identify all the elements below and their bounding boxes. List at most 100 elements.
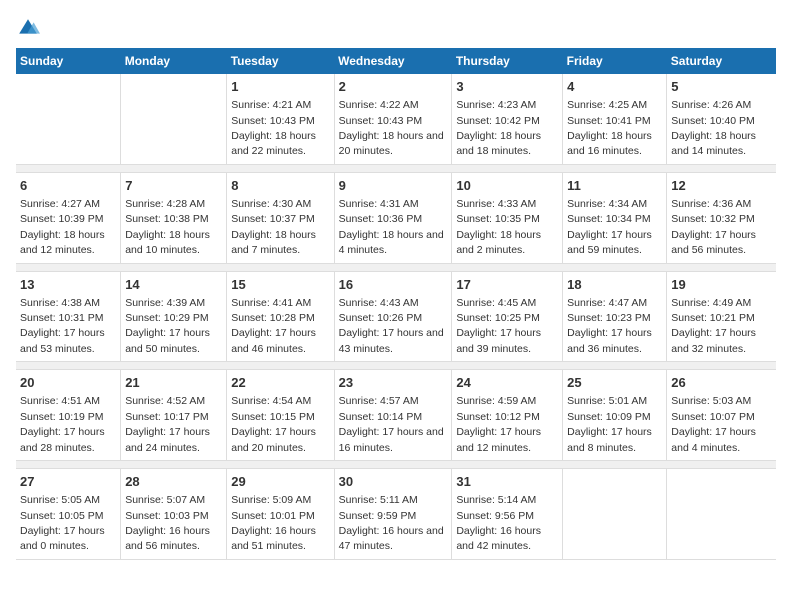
- day-number: 6: [20, 177, 116, 195]
- calendar-cell: 30 Sunrise: 5:11 AM Sunset: 9:59 PM Dayl…: [334, 469, 452, 560]
- day-number: 16: [339, 276, 448, 294]
- daylight-text: Daylight: 17 hours and 28 minutes.: [20, 426, 105, 453]
- calendar-cell: 7 Sunrise: 4:28 AM Sunset: 10:38 PM Dayl…: [121, 172, 227, 263]
- day-number: 25: [567, 374, 662, 392]
- week-separator: [16, 362, 776, 370]
- sunrise-text: Sunrise: 4:49 AM: [671, 297, 751, 309]
- sunrise-text: Sunrise: 4:59 AM: [456, 395, 536, 407]
- day-number: 27: [20, 473, 116, 491]
- day-number: 28: [125, 473, 222, 491]
- daylight-text: Daylight: 18 hours and 7 minutes.: [231, 229, 316, 256]
- sunset-text: Sunset: 10:32 PM: [671, 213, 754, 225]
- sunset-text: Sunset: 10:05 PM: [20, 510, 103, 522]
- daylight-text: Daylight: 17 hours and 32 minutes.: [671, 327, 756, 354]
- daylight-text: Daylight: 18 hours and 22 minutes.: [231, 130, 316, 157]
- day-number: 13: [20, 276, 116, 294]
- calendar-cell: 5 Sunrise: 4:26 AM Sunset: 10:40 PM Dayl…: [667, 74, 776, 164]
- calendar-cell: 8 Sunrise: 4:30 AM Sunset: 10:37 PM Dayl…: [227, 172, 334, 263]
- sunrise-text: Sunrise: 4:52 AM: [125, 395, 205, 407]
- week-row: 6 Sunrise: 4:27 AM Sunset: 10:39 PM Dayl…: [16, 172, 776, 263]
- calendar-cell: [563, 469, 667, 560]
- calendar-cell: [121, 74, 227, 164]
- calendar-cell: 23 Sunrise: 4:57 AM Sunset: 10:14 PM Day…: [334, 370, 452, 461]
- sunset-text: Sunset: 10:28 PM: [231, 312, 314, 324]
- logo: [16, 16, 44, 40]
- sunrise-text: Sunrise: 4:22 AM: [339, 99, 419, 111]
- daylight-text: Daylight: 17 hours and 8 minutes.: [567, 426, 652, 453]
- calendar-cell: [667, 469, 776, 560]
- daylight-text: Daylight: 18 hours and 14 minutes.: [671, 130, 756, 157]
- sunrise-text: Sunrise: 4:33 AM: [456, 198, 536, 210]
- sunrise-text: Sunrise: 5:05 AM: [20, 494, 100, 506]
- week-row: 20 Sunrise: 4:51 AM Sunset: 10:19 PM Day…: [16, 370, 776, 461]
- sunrise-text: Sunrise: 4:38 AM: [20, 297, 100, 309]
- day-number: 12: [671, 177, 772, 195]
- calendar-cell: 27 Sunrise: 5:05 AM Sunset: 10:05 PM Day…: [16, 469, 121, 560]
- weekday-header: Tuesday: [227, 48, 334, 74]
- week-separator: [16, 461, 776, 469]
- sunset-text: Sunset: 10:42 PM: [456, 115, 539, 127]
- calendar-cell: 26 Sunrise: 5:03 AM Sunset: 10:07 PM Day…: [667, 370, 776, 461]
- weekday-header: Monday: [121, 48, 227, 74]
- page-header: [16, 16, 776, 40]
- calendar-cell: 2 Sunrise: 4:22 AM Sunset: 10:43 PM Dayl…: [334, 74, 452, 164]
- calendar-header-row: SundayMondayTuesdayWednesdayThursdayFrid…: [16, 48, 776, 74]
- calendar-cell: 9 Sunrise: 4:31 AM Sunset: 10:36 PM Dayl…: [334, 172, 452, 263]
- sunset-text: Sunset: 10:09 PM: [567, 411, 650, 423]
- calendar-cell: 20 Sunrise: 4:51 AM Sunset: 10:19 PM Day…: [16, 370, 121, 461]
- sunset-text: Sunset: 10:29 PM: [125, 312, 208, 324]
- day-number: 4: [567, 78, 662, 96]
- sunrise-text: Sunrise: 5:07 AM: [125, 494, 205, 506]
- week-row: 13 Sunrise: 4:38 AM Sunset: 10:31 PM Day…: [16, 271, 776, 362]
- logo-icon: [16, 16, 40, 40]
- calendar-cell: 16 Sunrise: 4:43 AM Sunset: 10:26 PM Day…: [334, 271, 452, 362]
- calendar-cell: 24 Sunrise: 4:59 AM Sunset: 10:12 PM Day…: [452, 370, 563, 461]
- day-number: 3: [456, 78, 558, 96]
- day-number: 2: [339, 78, 448, 96]
- sunset-text: Sunset: 10:41 PM: [567, 115, 650, 127]
- daylight-text: Daylight: 18 hours and 12 minutes.: [20, 229, 105, 256]
- sunset-text: Sunset: 10:43 PM: [231, 115, 314, 127]
- sunset-text: Sunset: 10:36 PM: [339, 213, 422, 225]
- calendar-cell: [16, 74, 121, 164]
- sunrise-text: Sunrise: 4:26 AM: [671, 99, 751, 111]
- day-number: 19: [671, 276, 772, 294]
- daylight-text: Daylight: 17 hours and 39 minutes.: [456, 327, 541, 354]
- day-number: 30: [339, 473, 448, 491]
- sunset-text: Sunset: 10:12 PM: [456, 411, 539, 423]
- sunrise-text: Sunrise: 4:47 AM: [567, 297, 647, 309]
- sunset-text: Sunset: 10:07 PM: [671, 411, 754, 423]
- sunrise-text: Sunrise: 4:27 AM: [20, 198, 100, 210]
- calendar-cell: 22 Sunrise: 4:54 AM Sunset: 10:15 PM Day…: [227, 370, 334, 461]
- day-number: 9: [339, 177, 448, 195]
- daylight-text: Daylight: 17 hours and 0 minutes.: [20, 525, 105, 552]
- day-number: 5: [671, 78, 772, 96]
- day-number: 22: [231, 374, 329, 392]
- daylight-text: Daylight: 17 hours and 20 minutes.: [231, 426, 316, 453]
- sunset-text: Sunset: 9:56 PM: [456, 510, 534, 522]
- day-number: 24: [456, 374, 558, 392]
- sunrise-text: Sunrise: 4:21 AM: [231, 99, 311, 111]
- sunset-text: Sunset: 10:26 PM: [339, 312, 422, 324]
- sunset-text: Sunset: 10:25 PM: [456, 312, 539, 324]
- calendar-cell: 19 Sunrise: 4:49 AM Sunset: 10:21 PM Day…: [667, 271, 776, 362]
- sunset-text: Sunset: 10:38 PM: [125, 213, 208, 225]
- daylight-text: Daylight: 17 hours and 59 minutes.: [567, 229, 652, 256]
- daylight-text: Daylight: 18 hours and 10 minutes.: [125, 229, 210, 256]
- weekday-header: Friday: [563, 48, 667, 74]
- daylight-text: Daylight: 16 hours and 56 minutes.: [125, 525, 210, 552]
- sunrise-text: Sunrise: 5:03 AM: [671, 395, 751, 407]
- sunrise-text: Sunrise: 5:01 AM: [567, 395, 647, 407]
- sunrise-text: Sunrise: 4:57 AM: [339, 395, 419, 407]
- sunset-text: Sunset: 10:39 PM: [20, 213, 103, 225]
- sunrise-text: Sunrise: 4:30 AM: [231, 198, 311, 210]
- daylight-text: Daylight: 18 hours and 4 minutes.: [339, 229, 444, 256]
- sunrise-text: Sunrise: 4:28 AM: [125, 198, 205, 210]
- day-number: 15: [231, 276, 329, 294]
- day-number: 10: [456, 177, 558, 195]
- calendar-cell: 10 Sunrise: 4:33 AM Sunset: 10:35 PM Day…: [452, 172, 563, 263]
- daylight-text: Daylight: 17 hours and 50 minutes.: [125, 327, 210, 354]
- calendar-cell: 25 Sunrise: 5:01 AM Sunset: 10:09 PM Day…: [563, 370, 667, 461]
- week-row: 1 Sunrise: 4:21 AM Sunset: 10:43 PM Dayl…: [16, 74, 776, 164]
- daylight-text: Daylight: 17 hours and 4 minutes.: [671, 426, 756, 453]
